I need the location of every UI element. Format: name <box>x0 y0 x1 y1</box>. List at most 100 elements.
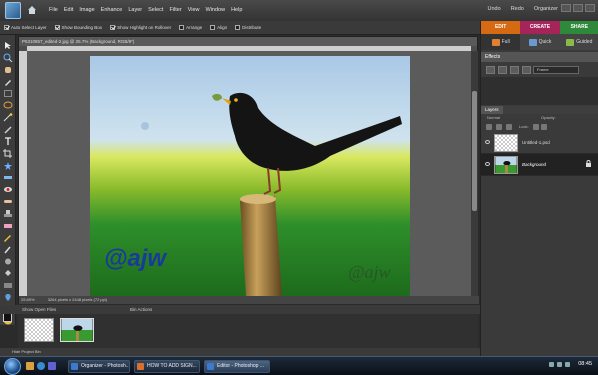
foreground-color-swatch[interactable] <box>3 313 12 322</box>
bin-actions-menu[interactable]: Bin Actions <box>130 305 152 314</box>
auto-select-checkbox[interactable] <box>4 25 9 30</box>
bounding-box-option[interactable]: Show Bounding Box <box>54 25 102 30</box>
healing-brush-icon[interactable] <box>3 197 13 206</box>
quicklaunch-folder-icon[interactable] <box>26 362 34 370</box>
bin-thumbnail-untitled[interactable] <box>24 318 54 342</box>
subtab-full[interactable]: Full <box>481 34 521 50</box>
highlight-checkbox[interactable] <box>110 25 116 30</box>
styles-icon[interactable] <box>498 66 507 74</box>
menu-enhance[interactable]: Enhance <box>101 7 123 13</box>
align-button[interactable]: Align <box>210 25 227 30</box>
subtab-quick[interactable]: Quick <box>520 34 559 50</box>
menu-select[interactable]: Select <box>148 7 163 13</box>
photo-blackbird[interactable]: @ajw @ajw <box>90 56 410 296</box>
scroll-thumb[interactable] <box>472 91 477 211</box>
menu-view[interactable]: View <box>188 7 200 13</box>
auto-select-layer-option[interactable]: Auto Select Layer <box>4 25 47 30</box>
bounding-box-checkbox[interactable] <box>54 25 60 30</box>
filters-icon[interactable] <box>486 66 495 74</box>
layer-name[interactable]: Background <box>522 162 546 167</box>
document-window: P5310857_edited-2.jpg @ 25.7% (Backgroun… <box>18 36 479 304</box>
crop-tool-icon[interactable] <box>3 149 13 158</box>
hide-project-bin[interactable]: Hide Project Bin <box>0 348 480 356</box>
smart-brush-icon[interactable] <box>3 257 13 266</box>
layers-tab-label[interactable]: Layers <box>481 106 503 114</box>
subtab-guided[interactable]: Guided <box>560 34 598 50</box>
photo-effects-icon[interactable] <box>510 66 519 74</box>
brush-icon[interactable] <box>3 245 13 254</box>
tray-icon[interactable] <box>557 362 562 367</box>
delete-layer-icon[interactable] <box>506 124 512 130</box>
eraser-icon[interactable] <box>3 221 13 230</box>
menu-filter[interactable]: Filter <box>169 7 181 13</box>
menu-file[interactable]: File <box>49 7 58 13</box>
highlight-option[interactable]: Show Highlight on Rollover <box>110 25 171 30</box>
lock-transparency-icon[interactable] <box>533 124 539 130</box>
redo-button[interactable]: Redo <box>511 6 524 12</box>
adjustment-layer-icon[interactable] <box>496 124 502 130</box>
bin-thumbnail-blackbird[interactable] <box>60 318 94 342</box>
cookie-cutter-icon[interactable] <box>3 161 13 170</box>
marquee-tool-icon[interactable] <box>3 89 13 98</box>
menu-window[interactable]: Window <box>206 7 226 13</box>
selection-brush-icon[interactable] <box>3 125 13 134</box>
zoom-level[interactable]: 25.69% <box>21 297 35 302</box>
minimize-button[interactable] <box>561 4 571 12</box>
vertical-scrollbar[interactable] <box>471 51 478 297</box>
layer-row-background[interactable]: Background <box>481 154 598 176</box>
new-layer-icon[interactable] <box>486 124 492 130</box>
pencil-icon[interactable] <box>3 233 13 242</box>
move-tool-icon[interactable] <box>3 41 13 50</box>
show-open-files-dropdown[interactable]: Show Open Files <box>22 305 56 314</box>
zoom-tool-icon[interactable] <box>3 53 13 62</box>
eyedropper-icon[interactable] <box>3 77 13 86</box>
lock-label: Lock: <box>519 124 529 129</box>
undo-button[interactable]: Undo <box>488 6 501 12</box>
tab-create[interactable]: CREATE <box>520 21 560 34</box>
visibility-eye-icon[interactable] <box>485 140 490 144</box>
red-eye-tool-icon[interactable] <box>3 185 13 194</box>
quicklaunch-app-icon[interactable] <box>48 362 56 370</box>
taskbar-item-editor[interactable]: Editor - Photoshop ... <box>204 360 270 373</box>
menu-layer[interactable]: Layer <box>128 7 142 13</box>
effects-panel-header[interactable]: Effects <box>481 52 598 62</box>
tab-edit[interactable]: EDIT <box>481 21 521 34</box>
blend-mode-select[interactable]: Normal <box>487 115 500 120</box>
paint-bucket-icon[interactable] <box>3 269 13 278</box>
arrange-button[interactable]: Arrange <box>179 25 202 30</box>
taskbar-clock[interactable]: 08:45 <box>578 361 592 367</box>
tray-icon[interactable] <box>549 362 554 367</box>
quick-fix-icon <box>528 38 537 46</box>
lock-all-icon[interactable] <box>541 124 547 130</box>
document-size: 3264 pixels x 2448 pixels (72 ppi) <box>47 297 108 302</box>
organizer-button[interactable]: Organizer <box>534 6 558 12</box>
quicklaunch-browser-icon[interactable] <box>37 362 45 370</box>
layer-row-untitled[interactable]: Untitled-1.psd <box>481 132 598 154</box>
start-button[interactable] <box>4 358 21 375</box>
hand-tool-icon[interactable] <box>3 65 13 74</box>
shape-tool-icon[interactable] <box>3 293 13 302</box>
menu-edit[interactable]: Edit <box>64 7 73 13</box>
maximize-button[interactable] <box>573 4 583 12</box>
home-icon[interactable] <box>27 5 37 15</box>
layer-name[interactable]: Untitled-1.psd <box>522 140 550 145</box>
tab-share[interactable]: SHARE <box>559 21 598 34</box>
straighten-tool-icon[interactable] <box>3 173 13 182</box>
gradient-tool-icon[interactable] <box>3 281 13 290</box>
tray-icon[interactable] <box>565 362 570 367</box>
lasso-tool-icon[interactable] <box>3 101 13 110</box>
canvas-area[interactable]: @ajw @ajw <box>27 51 471 297</box>
visibility-eye-icon[interactable] <box>485 162 490 166</box>
show-all-icon[interactable] <box>522 66 531 74</box>
magic-wand-icon[interactable] <box>3 113 13 122</box>
menu-image[interactable]: Image <box>79 7 94 13</box>
menu-help[interactable]: Help <box>231 7 242 13</box>
close-button[interactable] <box>585 4 595 12</box>
taskbar-item-browser[interactable]: HOW TO ADD SIGN... <box>134 360 200 373</box>
effects-category-select[interactable]: Frame <box>533 66 579 74</box>
clone-stamp-icon[interactable] <box>3 209 13 218</box>
type-tool-icon[interactable] <box>3 137 13 146</box>
document-status-bar: 25.69% 3264 pixels x 2448 pixels (72 ppi… <box>19 296 479 304</box>
distribute-button[interactable]: Distribute <box>235 25 261 30</box>
taskbar-item-organizer[interactable]: Organizer - Photosh... <box>68 360 130 373</box>
